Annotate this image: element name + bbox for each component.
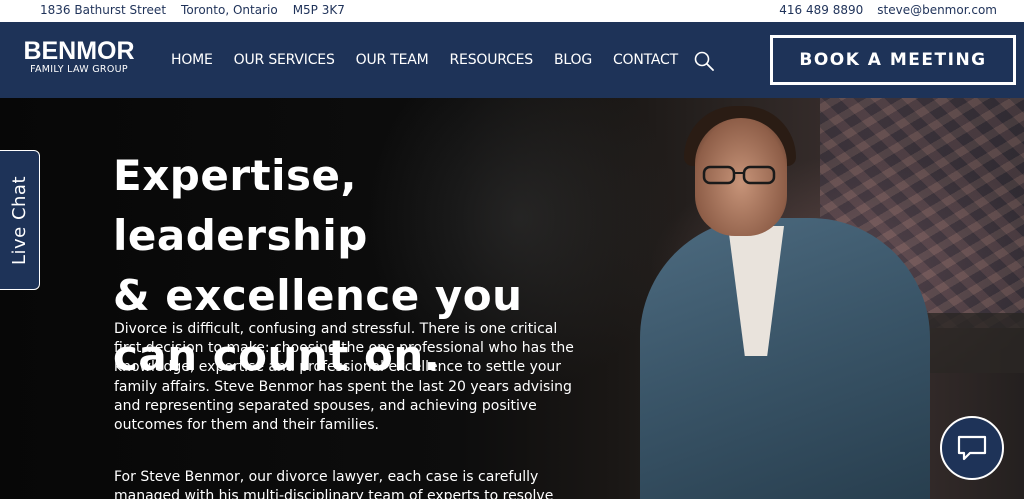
- nav-item-blog[interactable]: BLOG: [554, 52, 592, 68]
- address: 1836 Bathurst Street Toronto, Ontario M5…: [40, 3, 345, 17]
- logo-tagline: FAMILY LAW GROUP: [30, 64, 128, 75]
- book-meeting-button[interactable]: BOOK A MEETING: [770, 35, 1016, 85]
- chat-bubble-icon: [957, 435, 987, 461]
- chat-widget-button[interactable]: [940, 416, 1004, 480]
- hero-paragraph-2: For Steve Benmor, our divorce lawyer, ea…: [114, 469, 554, 499]
- search-icon[interactable]: [694, 51, 714, 71]
- hero-paragraph: Divorce is difficult, confusing and stre…: [114, 321, 574, 434]
- live-chat-tab[interactable]: Live Chat: [0, 150, 40, 290]
- main-navigation: BENMOR FAMILY LAW GROUP HOME OUR SERVICE…: [0, 22, 1024, 98]
- nav-menu: HOME OUR SERVICES OUR TEAM RESOURCES BLO…: [171, 52, 699, 68]
- nav-item-home[interactable]: HOME: [171, 52, 213, 68]
- top-info-bar: 1836 Bathurst Street Toronto, Ontario M5…: [0, 0, 1024, 22]
- nav-item-resources[interactable]: RESOURCES: [450, 52, 534, 68]
- nav-item-our-team[interactable]: OUR TEAM: [356, 52, 429, 68]
- address-street: 1836 Bathurst Street: [40, 3, 167, 17]
- headline-line-2: & excellence you: [113, 271, 523, 320]
- logo-name: BENMOR: [23, 37, 135, 65]
- headline-line-1: Expertise, leadership: [113, 151, 368, 260]
- book-meeting-label: BOOK A MEETING: [773, 38, 1013, 82]
- glasses-graphic: [702, 165, 776, 185]
- contact-info: 416 489 8890 steve@benmor.com: [779, 3, 997, 17]
- hero-section: Live Chat Expertise, leadership & excell…: [0, 98, 1024, 499]
- hero-person-body: [640, 218, 930, 499]
- live-chat-label: Live Chat: [9, 175, 31, 265]
- nav-item-contact[interactable]: CONTACT: [613, 52, 678, 68]
- logo[interactable]: BENMOR FAMILY LAW GROUP: [22, 39, 136, 76]
- email-link[interactable]: steve@benmor.com: [877, 3, 997, 17]
- phone-link[interactable]: 416 489 8890: [779, 3, 863, 17]
- address-city: Toronto, Ontario: [181, 3, 278, 17]
- nav-item-our-services[interactable]: OUR SERVICES: [234, 52, 335, 68]
- address-postal: M5P 3K7: [292, 3, 345, 17]
